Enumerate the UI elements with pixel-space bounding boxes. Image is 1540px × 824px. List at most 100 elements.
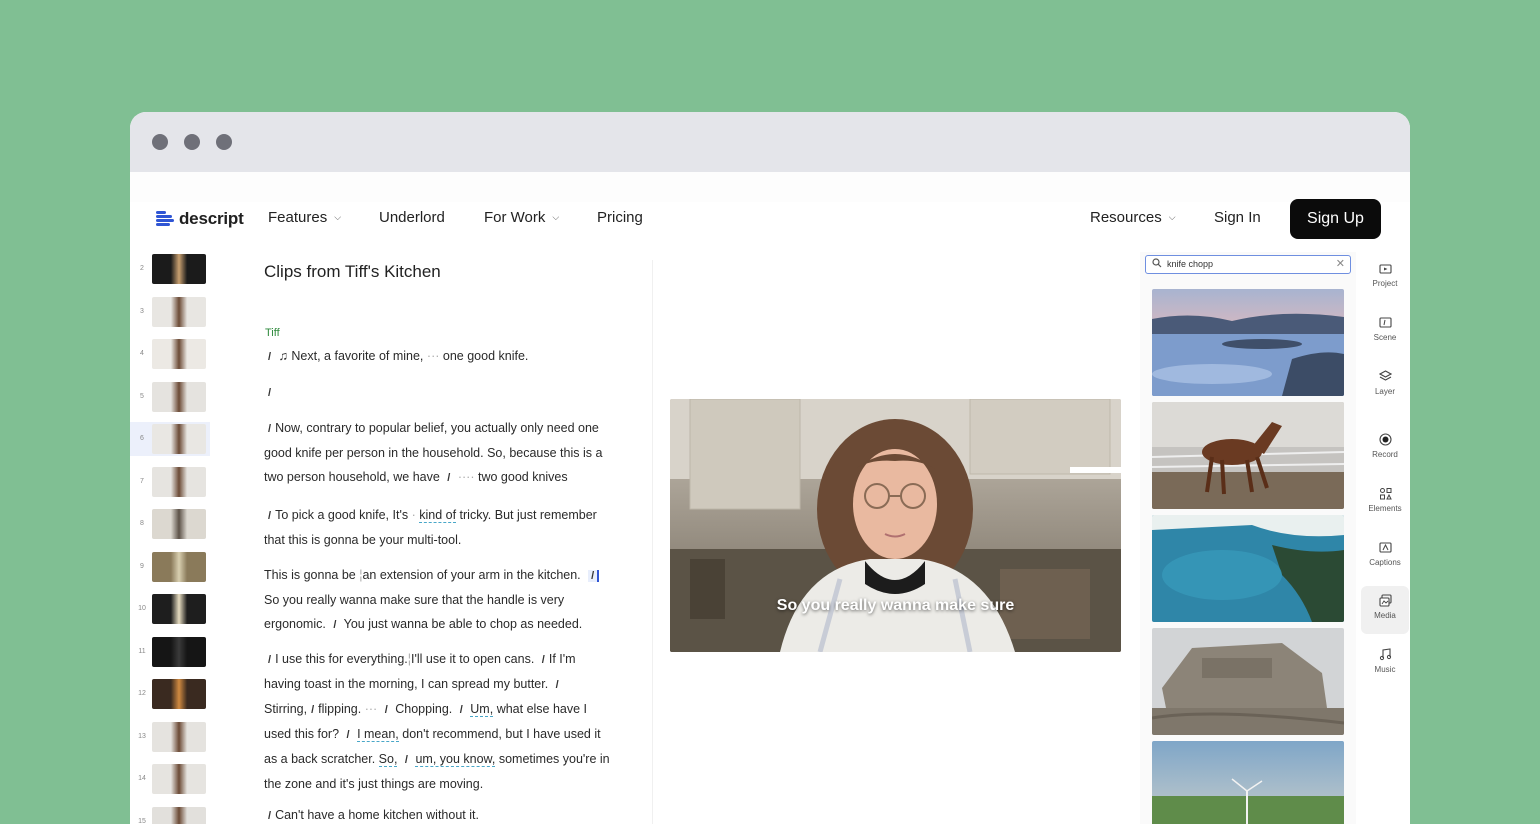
sign-in-link[interactable]: Sign In — [1214, 209, 1261, 226]
stock-media-panel: ✕ — [1140, 252, 1356, 824]
scene-break-marker[interactable]: / — [268, 387, 271, 399]
scene-break-marker[interactable]: / — [447, 472, 450, 484]
rail-item-layer[interactable]: Layer — [1361, 362, 1409, 410]
descript-logo[interactable]: descript — [156, 207, 244, 231]
nav-pricing-label: Pricing — [597, 209, 643, 226]
video-preview[interactable]: So you really wanna make sure — [670, 399, 1121, 652]
window-minimize-dot[interactable] — [184, 134, 200, 150]
gap-marker[interactable]: ···· — [458, 470, 475, 484]
scene-thumbnail-6[interactable]: 6 — [130, 422, 210, 456]
scene-thumbnail-5[interactable]: 5 — [130, 380, 210, 414]
sign-in-label: Sign In — [1214, 209, 1261, 226]
gap-marker[interactable]: ··· — [365, 702, 378, 716]
scene-thumbnail-10[interactable]: 10 — [130, 592, 210, 626]
media-tile-stone-ruins[interactable] — [1152, 628, 1344, 735]
scene-thumbnail-image — [152, 764, 206, 794]
scene-thumbnail-8[interactable]: 8 — [130, 507, 210, 541]
scene-break-marker[interactable]: / — [268, 810, 271, 822]
transcript-paragraph[interactable]: / To pick a good knife, It's · kind of tr… — [264, 503, 614, 552]
window-zoom-dot[interactable] — [216, 134, 232, 150]
media-search-field[interactable]: ✕ — [1145, 255, 1351, 274]
scene-break-marker[interactable]: / — [556, 679, 559, 691]
rail-item-label: Captions — [1369, 558, 1401, 567]
rail-item-captions[interactable]: Captions — [1361, 533, 1409, 581]
chevron-down-icon: ⌵ — [552, 212, 560, 222]
rail-item-scene[interactable]: Scene — [1361, 308, 1409, 356]
transcript-paragraph[interactable]: / I use this for everything.¦I'll use it … — [264, 647, 614, 796]
scene-thumbnail-11[interactable]: 11 — [130, 635, 210, 669]
project-icon — [1379, 264, 1392, 274]
scene-break-marker-selected[interactable]: / — [588, 570, 600, 582]
scene-break-marker[interactable]: / — [333, 619, 336, 631]
scene-thumbnail-7[interactable]: 7 — [130, 465, 210, 499]
scene-break-marker[interactable]: / — [405, 754, 408, 766]
rail-item-elements[interactable]: Elements — [1361, 479, 1409, 527]
scene-thumbnail-2[interactable]: 2 — [130, 252, 210, 286]
rail-item-media[interactable]: Media — [1361, 586, 1409, 634]
scene-thumbnail-15[interactable]: 15 — [130, 805, 210, 824]
media-tile-horse[interactable] — [1152, 402, 1344, 509]
stone-ruins-thumbnail — [1152, 628, 1344, 735]
scene-thumbnail-image — [152, 424, 206, 454]
panel-divider — [652, 260, 653, 824]
scene-break-marker[interactable]: / — [268, 423, 271, 435]
rail-item-music[interactable]: Music — [1361, 640, 1409, 688]
scene-thumbnail-13[interactable]: 13 — [130, 720, 210, 754]
chevron-down-icon: ⌵ — [1168, 212, 1176, 222]
scene-number: 3 — [140, 307, 144, 315]
filler-word[interactable]: um, you know, — [415, 752, 496, 767]
transcript-paragraph[interactable]: / ♫ Next, a favorite of mine, ··· one go… — [264, 344, 614, 369]
gap-marker[interactable]: · — [412, 508, 416, 522]
window-close-dot[interactable] — [152, 134, 168, 150]
scene-thumbnail-image — [152, 509, 206, 539]
rail-item-project[interactable]: Project — [1361, 254, 1409, 302]
transcript-paragraph[interactable]: / — [264, 380, 614, 405]
scene-break-marker[interactable]: / — [268, 351, 271, 363]
media-tile-wind-turbine[interactable] — [1152, 741, 1344, 824]
document-title[interactable]: Clips from Tiff's Kitchen — [264, 262, 614, 282]
scene-thumbnail-image — [152, 551, 206, 582]
filler-word[interactable]: So, — [378, 752, 398, 767]
scene-break-marker[interactable]: / — [347, 729, 350, 741]
sign-up-button[interactable]: Sign Up — [1290, 199, 1381, 239]
scene-thumbnail-9[interactable]: 9 — [130, 550, 210, 584]
scene-break-marker[interactable]: / — [268, 510, 271, 522]
filler-word[interactable]: kind of — [419, 508, 457, 523]
scene-number: 11 — [138, 647, 146, 655]
media-tile-coastline[interactable] — [1152, 515, 1344, 622]
scene-break-marker[interactable]: / — [385, 704, 388, 716]
nav-for-work-menu[interactable]: For Work ⌵ — [484, 209, 559, 226]
nav-underlord-link[interactable]: Underlord — [379, 209, 445, 226]
nav-pricing-link[interactable]: Pricing — [597, 209, 643, 226]
filler-word[interactable]: I mean, — [357, 727, 399, 742]
rail-item-label: Scene — [1373, 333, 1397, 342]
scene-thumbnail-12[interactable]: 12 — [130, 677, 210, 711]
record-icon — [1379, 433, 1392, 446]
filler-word[interactable]: Um, — [470, 702, 494, 717]
clear-search-icon[interactable]: ✕ — [1336, 257, 1345, 270]
scene-break-marker[interactable]: / — [268, 654, 271, 666]
scene-thumbnail-3[interactable]: 3 — [130, 295, 210, 329]
speaker-label[interactable]: Tiff — [265, 327, 280, 339]
scene-break-marker[interactable]: / — [542, 654, 545, 666]
scene-thumbnail-4[interactable]: 4 — [130, 337, 210, 371]
transcript-editor[interactable]: Clips from Tiff's Kitchen — [264, 262, 614, 282]
media-search-input[interactable] — [1167, 257, 1327, 271]
rail-item-label: Project — [1372, 279, 1398, 288]
scene-number: 12 — [138, 690, 146, 697]
scene-number: 9 — [140, 562, 144, 570]
scene-break-marker[interactable]: / — [311, 704, 314, 716]
scene-number: 7 — [140, 477, 144, 485]
media-tile-aerial-lake[interactable] — [1152, 289, 1344, 396]
transcript-paragraph[interactable]: This is gonna be ¦an extension of your a… — [264, 563, 614, 637]
rail-item-record[interactable]: Record — [1361, 425, 1409, 473]
gap-marker[interactable]: ··· — [427, 349, 440, 363]
transcript-paragraph[interactable]: / Can't have a home kitchen without it. — [264, 803, 614, 824]
nav-resources-menu[interactable]: Resources ⌵ — [1090, 209, 1176, 226]
scene-thumbnail-14[interactable]: 14 — [130, 762, 210, 796]
scene-thumbnail-image — [152, 254, 206, 284]
scene-break-marker[interactable]: / — [460, 704, 463, 716]
scene-icon — [1379, 317, 1392, 328]
transcript-paragraph[interactable]: / Now, contrary to popular belief, you ac… — [264, 416, 614, 490]
nav-features-menu[interactable]: Features ⌵ — [268, 209, 341, 226]
